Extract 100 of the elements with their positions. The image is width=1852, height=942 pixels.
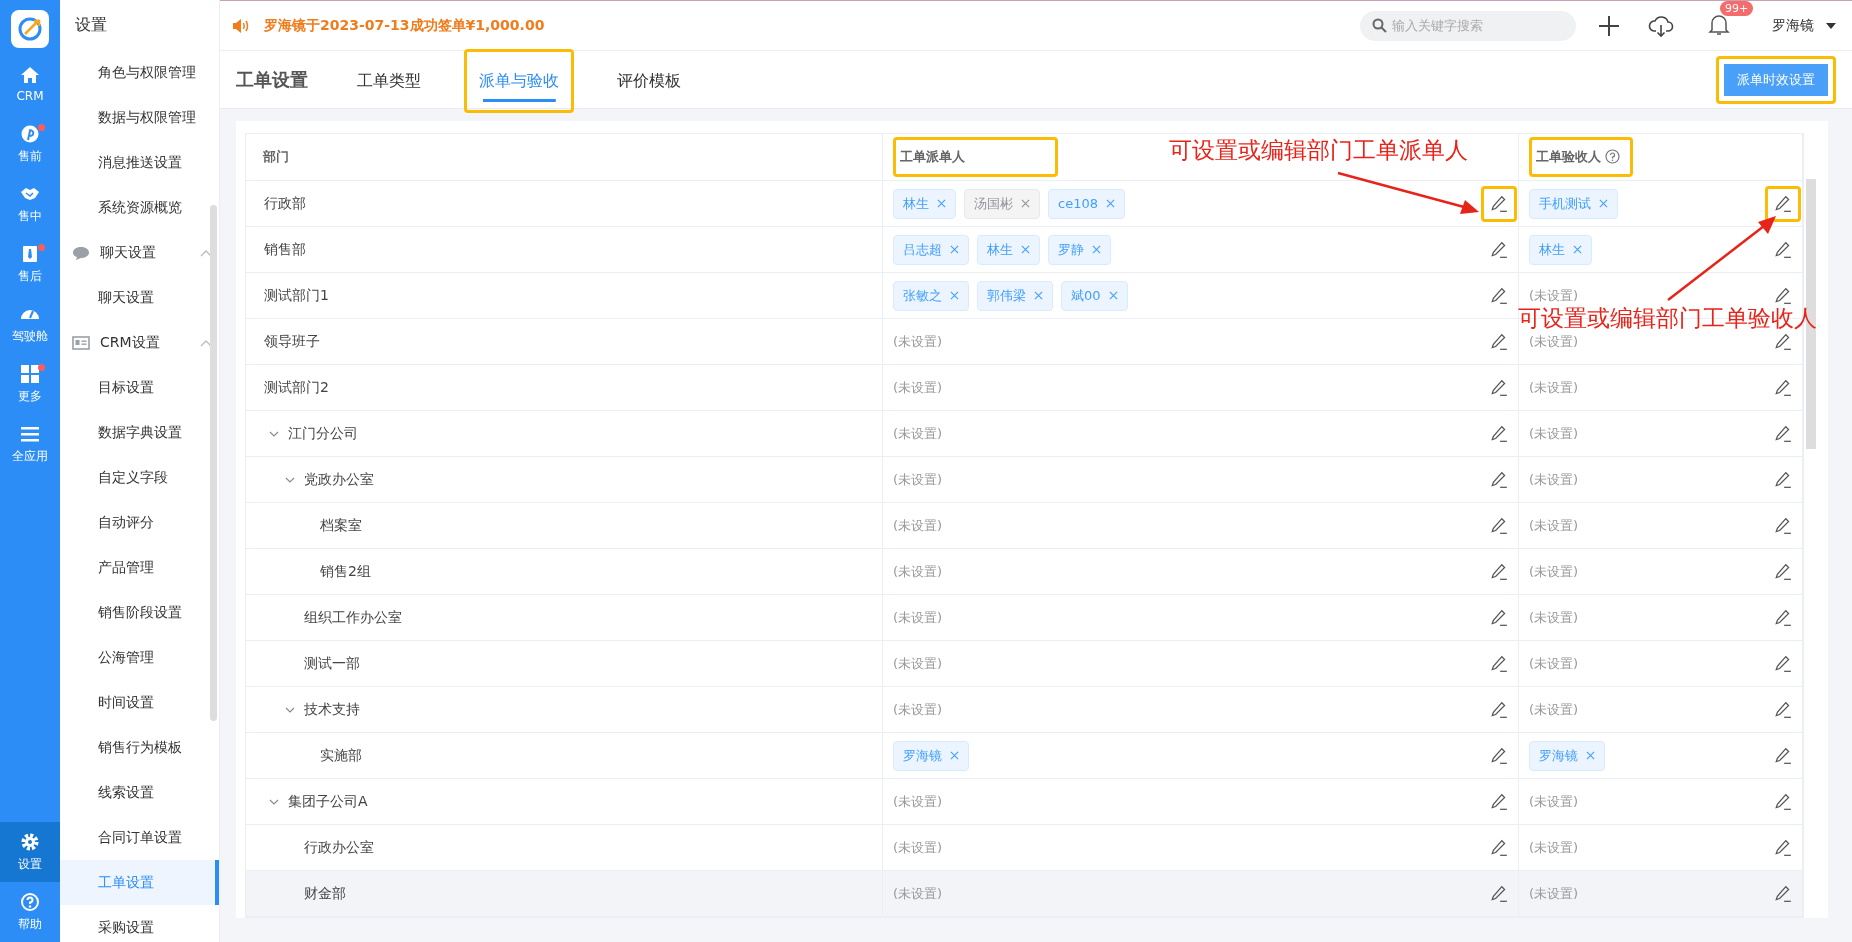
table-row[interactable]: 测试部门2 (未设置) (未设置) bbox=[246, 365, 1803, 411]
sidebar-item[interactable]: 系统资源概览 bbox=[60, 185, 219, 230]
unset-text: (未设置) bbox=[893, 884, 944, 903]
sidebar-item[interactable]: 线索设置 bbox=[60, 770, 219, 815]
sidebar-item[interactable]: 聊天设置 bbox=[60, 275, 219, 320]
table-row[interactable]: 测试一部 (未设置) (未设置) bbox=[246, 641, 1803, 687]
sidebar-item[interactable]: 自动评分 bbox=[60, 500, 219, 545]
person-tag: 汤国彬 bbox=[964, 188, 1040, 219]
pin-icon bbox=[20, 123, 40, 144]
user-menu[interactable]: 罗海镜 bbox=[1772, 16, 1836, 35]
sidebar-item[interactable]: 销售行为模板 bbox=[60, 725, 219, 770]
table-row[interactable]: 党政办公室 (未设置) (未设置) bbox=[246, 457, 1803, 503]
table-row[interactable]: 技术支持 (未设置) (未设置) bbox=[246, 687, 1803, 733]
person-tag: 罗静 bbox=[1048, 234, 1111, 265]
nav-item[interactable]: 设置 bbox=[0, 822, 60, 882]
help-icon bbox=[20, 891, 40, 912]
sidebar-title: 设置 bbox=[74, 13, 108, 36]
table-row[interactable]: 财金部 (未设置) (未设置) bbox=[246, 871, 1803, 917]
tab[interactable]: 评价模板 bbox=[602, 49, 696, 113]
page-title: 工单设置 bbox=[236, 67, 308, 92]
search-field[interactable]: 输入关键字搜索 bbox=[1360, 10, 1576, 41]
unset-text: (未设置) bbox=[1529, 424, 1580, 443]
sidebar-item[interactable]: 数据字典设置 bbox=[60, 410, 219, 455]
unset-text: (未设置) bbox=[1529, 700, 1580, 719]
department-name: 领导班子 bbox=[264, 332, 320, 351]
department-name: 江门分公司 bbox=[288, 424, 358, 443]
unset-text: (未设置) bbox=[1529, 792, 1580, 811]
person-tag: 手机测试 bbox=[1529, 188, 1618, 219]
unset-text: (未设置) bbox=[1529, 378, 1580, 397]
unset-text: (未设置) bbox=[893, 792, 944, 811]
unset-text: (未设置) bbox=[893, 838, 944, 857]
sidebar-group[interactable]: 聊天设置 bbox=[60, 230, 219, 275]
unset-text: (未设置) bbox=[1529, 470, 1580, 489]
id-card-icon bbox=[72, 335, 90, 350]
person-tag: ce108 bbox=[1048, 188, 1125, 219]
unset-text: (未设置) bbox=[893, 608, 944, 627]
sidebar-item[interactable]: 合同订单设置 bbox=[60, 815, 219, 860]
sidebar-group[interactable]: CRM设置 bbox=[60, 320, 219, 365]
department-name: 销售部 bbox=[264, 240, 306, 259]
sidebar-item[interactable]: 角色与权限管理 bbox=[60, 50, 219, 95]
table-row[interactable]: 实施部 罗海镜 罗海镜 bbox=[246, 733, 1803, 779]
department-name: 档案室 bbox=[320, 516, 362, 535]
speaker-icon bbox=[232, 17, 250, 34]
sidebar-item[interactable]: 消息推送设置 bbox=[60, 140, 219, 185]
department-name: 行政办公室 bbox=[304, 838, 374, 857]
table-row[interactable]: 组织工作办公室 (未设置) (未设置) bbox=[246, 595, 1803, 641]
unset-text: (未设置) bbox=[893, 516, 944, 535]
department-name: 组织工作办公室 bbox=[304, 608, 402, 627]
sidebar-item[interactable]: 自定义字段 bbox=[60, 455, 219, 500]
unset-text: (未设置) bbox=[1529, 884, 1580, 903]
person-tag: 罗海镜 bbox=[893, 740, 969, 771]
department-name: 集团子公司A bbox=[288, 792, 368, 811]
table-row[interactable]: 档案室 (未设置) (未设置) bbox=[246, 503, 1803, 549]
unset-text: (未设置) bbox=[1529, 516, 1580, 535]
sidebar-item[interactable]: 采购设置 bbox=[60, 905, 219, 942]
app-logo[interactable] bbox=[11, 10, 49, 48]
sidebar-item[interactable]: 目标设置 bbox=[60, 365, 219, 410]
person-tag: 斌00 bbox=[1061, 280, 1128, 311]
department-name: 党政办公室 bbox=[304, 470, 374, 489]
unset-text: (未设置) bbox=[893, 378, 944, 397]
department-name: 销售2组 bbox=[320, 562, 371, 581]
person-tag: 郭伟梁 bbox=[977, 280, 1053, 311]
unset-text: (未设置) bbox=[1529, 332, 1580, 351]
unset-text: (未设置) bbox=[893, 654, 944, 673]
person-tag: 吕志超 bbox=[893, 234, 969, 265]
person-tag: 林生 bbox=[977, 234, 1040, 265]
table-row[interactable]: 集团子公司A (未设置) (未设置) bbox=[246, 779, 1803, 825]
sidebar-item[interactable]: 时间设置 bbox=[60, 680, 219, 725]
department-name: 实施部 bbox=[320, 746, 362, 765]
notification-badge: 99+ bbox=[1720, 0, 1754, 16]
department-name: 技术支持 bbox=[304, 700, 360, 719]
person-tag: 林生 bbox=[893, 188, 956, 219]
scrollbar-thumb[interactable] bbox=[210, 205, 217, 721]
pencil-icon[interactable] bbox=[1481, 185, 1517, 222]
notice-text: 罗海镜于2023-07-13成功签单¥1,000.00 bbox=[264, 16, 545, 35]
sidebar-item[interactable]: 销售阶段设置 bbox=[60, 590, 219, 635]
unset-text: (未设置) bbox=[893, 700, 944, 719]
table-row[interactable]: 江门分公司 (未设置) (未设置) bbox=[246, 411, 1803, 457]
sidebar-item[interactable]: 产品管理 bbox=[60, 545, 219, 590]
table-row[interactable]: 销售部 吕志超 林生 罗静 林生 bbox=[246, 227, 1803, 273]
tab[interactable]: 工单类型 bbox=[342, 49, 436, 113]
department-name: 测试一部 bbox=[304, 654, 360, 673]
sidebar-item[interactable]: 公海管理 bbox=[60, 635, 219, 680]
grid-icon bbox=[20, 363, 40, 384]
person-tag: 张敏之 bbox=[893, 280, 969, 311]
settings-icon bbox=[20, 831, 40, 852]
department-name: 测试部门1 bbox=[264, 286, 329, 305]
table-row[interactable]: 销售2组 (未设置) (未设置) bbox=[246, 549, 1803, 595]
sidebar-item[interactable]: 数据与权限管理 bbox=[60, 95, 219, 140]
home-icon bbox=[20, 65, 40, 85]
help-icon[interactable] bbox=[1605, 149, 1620, 164]
column-header: 工单派单人 bbox=[893, 137, 1058, 177]
chat-bubble-icon bbox=[72, 244, 90, 261]
unset-text: (未设置) bbox=[893, 562, 944, 581]
unset-text: (未设置) bbox=[1529, 562, 1580, 581]
tie-icon bbox=[20, 243, 40, 264]
unset-text: (未设置) bbox=[1529, 286, 1580, 305]
unset-text: (未设置) bbox=[1529, 838, 1580, 857]
column-header: 工单验收人 bbox=[1529, 137, 1633, 177]
unset-text: (未设置) bbox=[1529, 654, 1580, 673]
